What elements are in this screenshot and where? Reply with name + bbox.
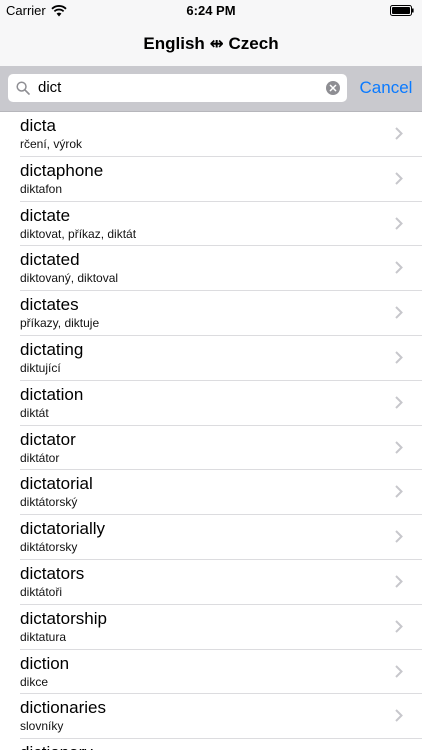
item-translation: diktátor — [20, 450, 60, 465]
item-word: dictionaries — [20, 698, 106, 718]
clear-icon[interactable] — [326, 81, 340, 95]
item-translation: diktovaný, diktoval — [20, 271, 119, 286]
item-translation: diktátorsky — [20, 540, 78, 555]
item-word: dictation — [20, 384, 84, 404]
list-item[interactable]: dicta rčení, výrok — [0, 112, 422, 157]
chevron-right-icon — [395, 440, 403, 454]
chevron-right-icon — [395, 396, 403, 409]
search-field[interactable] — [8, 74, 347, 102]
list-item[interactable]: dictionaries slovníky — [0, 694, 422, 739]
chevron-right-icon — [395, 306, 403, 319]
list-item[interactable]: dictating diktující — [0, 336, 422, 381]
search-icon — [16, 81, 30, 95]
item-word: dictator — [20, 429, 76, 449]
search-input[interactable] — [38, 74, 318, 102]
status-bar: Carrier 6:24 PM — [0, 0, 422, 22]
status-time: 6:24 PM — [186, 3, 236, 18]
item-word: dictates — [20, 295, 79, 315]
item-word: dictators — [20, 563, 85, 583]
item-word: dictate — [20, 205, 71, 225]
item-translation: diktovat, příkaz, diktát — [20, 226, 137, 241]
chevron-right-icon — [395, 664, 403, 678]
item-word: dictatorial — [20, 474, 93, 494]
list-item[interactable]: dictatorially diktátorsky — [0, 515, 422, 560]
list-item[interactable]: dictators diktátoři — [0, 560, 422, 605]
chevron-right-icon — [395, 485, 403, 499]
chevron-right-icon — [395, 575, 403, 588]
item-translation: diktát — [20, 405, 49, 420]
item-word: dictatorship — [20, 608, 107, 628]
chevron-right-icon — [395, 127, 403, 140]
item-word: dictated — [20, 250, 80, 270]
list-item[interactable]: dictatorship diktatura — [0, 605, 422, 650]
page-title: English ⇹ Czech — [143, 34, 279, 53]
item-translation: slovníky — [20, 719, 64, 734]
item-word: dictionary — [20, 743, 93, 750]
results-list: dicta rčení, výrok dictaphone diktafon d… — [0, 112, 422, 750]
search-bar: Cancel — [0, 66, 422, 112]
chevron-right-icon — [395, 351, 403, 364]
item-word: dictatorially — [20, 519, 106, 539]
item-translation: rčení, výrok — [20, 137, 83, 151]
item-translation: diktátorský — [20, 495, 78, 510]
item-word: dicta — [20, 116, 56, 135]
item-translation: diktatura — [20, 629, 67, 644]
list-item[interactable]: dictatorial diktátorský — [0, 470, 422, 515]
chevron-right-icon — [395, 261, 403, 275]
list-item[interactable]: dictator diktátor — [0, 426, 422, 471]
chevron-right-icon — [395, 530, 403, 543]
chevron-right-icon — [395, 709, 403, 723]
list-item[interactable]: diction dikce — [0, 650, 422, 695]
list-item[interactable]: dictates příkazy, diktuje — [0, 291, 422, 336]
list-item[interactable]: dictated diktovaný, diktoval — [0, 246, 422, 291]
battery-icon — [390, 5, 414, 16]
item-word: dictaphone — [20, 160, 104, 180]
chevron-right-icon — [395, 620, 403, 633]
item-word: diction — [20, 653, 70, 673]
list-item[interactable]: dictaphone diktafon — [0, 157, 422, 202]
list-item[interactable]: dictionary — [0, 739, 422, 750]
item-translation: diktafon — [20, 181, 63, 196]
item-translation: diktující — [20, 360, 61, 375]
cancel-button[interactable]: Cancel — [355, 77, 417, 99]
item-translation: dikce — [20, 674, 49, 689]
chevron-right-icon — [395, 172, 403, 185]
list-item[interactable]: dictate diktovat, příkaz, diktát — [0, 202, 422, 247]
item-translation: diktátoři — [20, 584, 63, 599]
item-translation: příkazy, diktuje — [20, 316, 100, 331]
item-word: dictating — [20, 339, 84, 359]
chevron-right-icon — [395, 216, 403, 230]
list-item[interactable]: dictation diktát — [0, 381, 422, 426]
navigation-bar: English ⇹ Czech — [0, 22, 422, 66]
